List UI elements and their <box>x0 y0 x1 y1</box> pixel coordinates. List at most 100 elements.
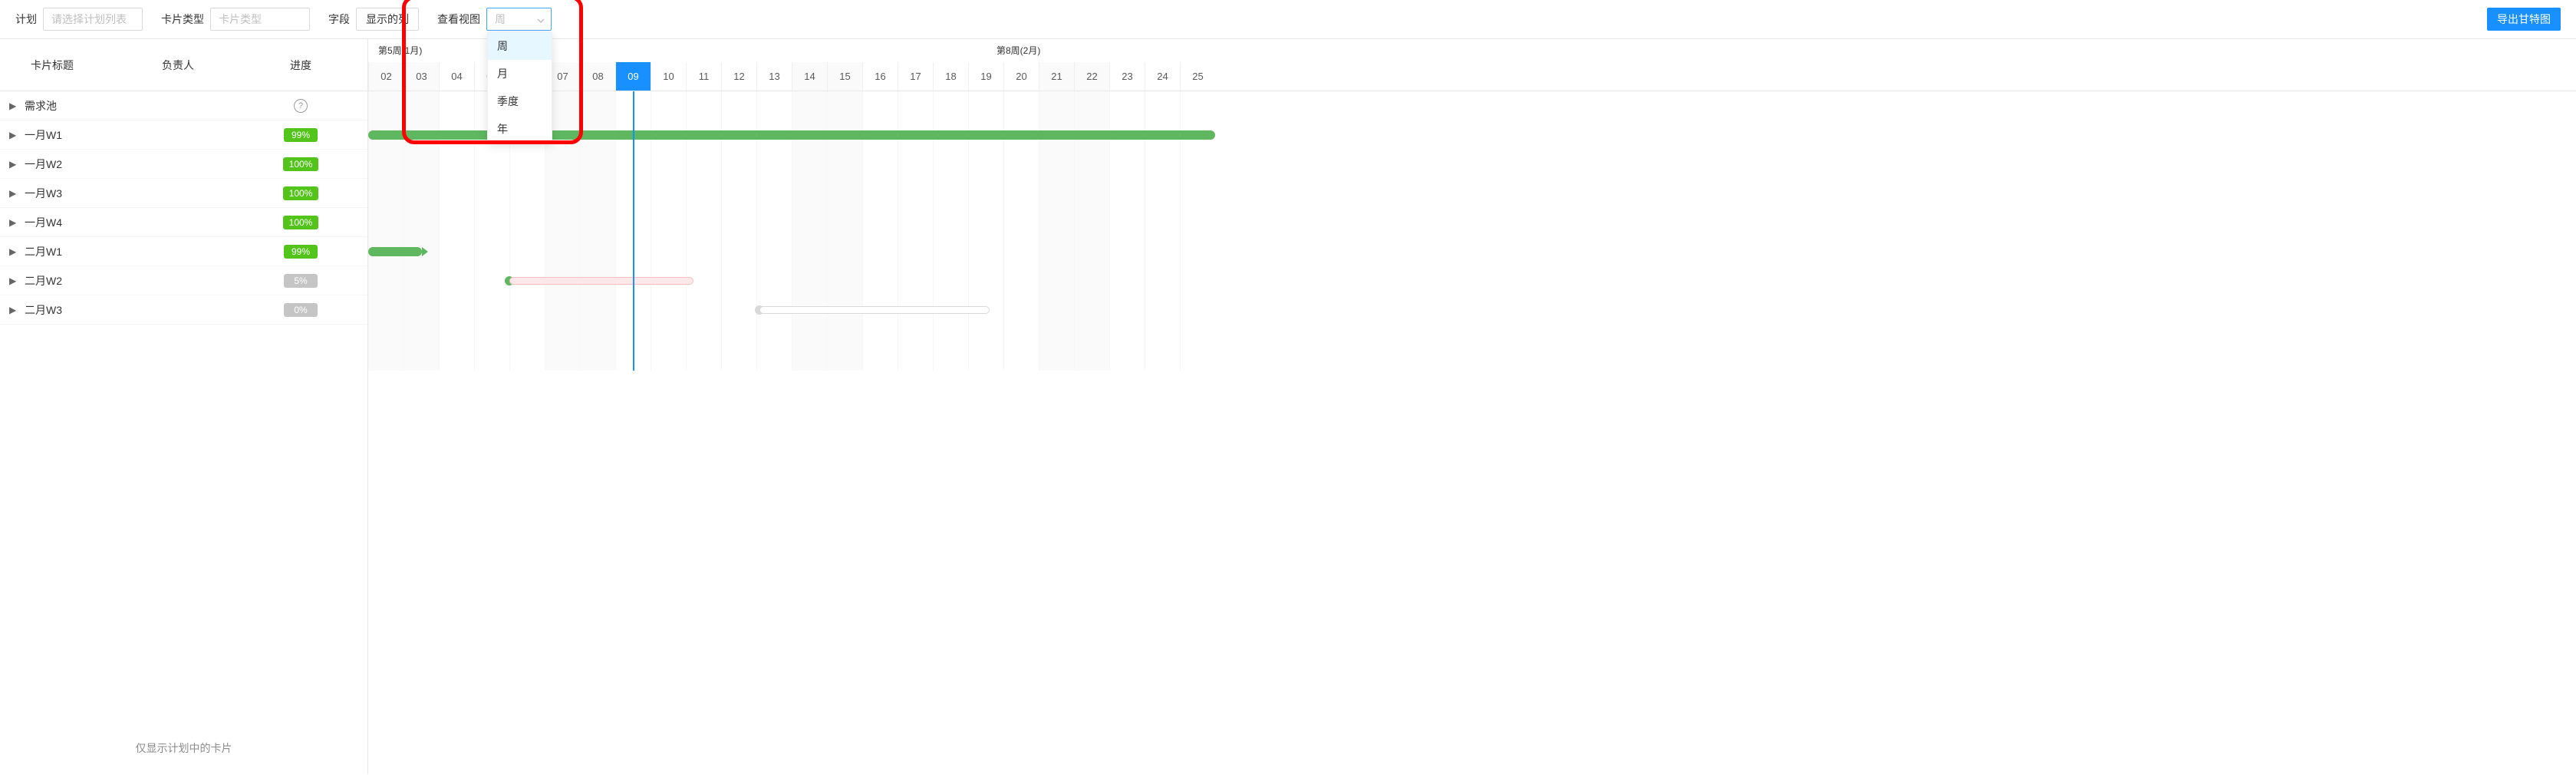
card-type-label: 卡片类型 <box>161 12 204 27</box>
chevron-down-icon <box>537 13 545 25</box>
view-select-value: 周 <box>495 12 506 27</box>
gantt-header: 第5周(1月)第6周(2月)第8周(2月) 020304050607080910… <box>368 39 2576 91</box>
day-cell: 04 <box>439 62 474 91</box>
view-option[interactable]: 季度 <box>488 87 552 115</box>
gantt-row <box>368 208 2576 237</box>
day-cell: 14 <box>792 62 827 91</box>
table-row[interactable]: ▶二月W2 5% <box>0 266 367 295</box>
day-cell: 20 <box>1003 62 1039 91</box>
expand-icon[interactable]: ▶ <box>9 130 21 140</box>
day-cell: 13 <box>756 62 792 91</box>
table-row[interactable]: ▶二月W1 99% <box>0 237 367 266</box>
progress-badge: 99% <box>284 128 318 142</box>
gantt-panel[interactable]: 第5周(1月)第6周(2月)第8周(2月) 020304050607080910… <box>368 39 2576 774</box>
expand-icon[interactable]: ▶ <box>9 101 21 111</box>
gantt-row <box>368 179 2576 208</box>
col-owner: 负责人 <box>117 58 239 73</box>
gantt-row <box>368 295 2576 325</box>
card-type-select[interactable]: 卡片类型 <box>210 8 310 31</box>
week-label: 第8周(2月) <box>996 44 1040 57</box>
day-cell: 17 <box>898 62 933 91</box>
table-row[interactable]: ▶需求池? <box>0 91 367 120</box>
gantt-row <box>368 237 2576 266</box>
gantt-row <box>368 150 2576 179</box>
gantt-bar[interactable] <box>759 306 990 314</box>
footer-note: 仅显示计划中的卡片 <box>0 722 367 774</box>
row-progress: ? <box>239 98 362 113</box>
row-title: 一月W1 <box>21 127 117 143</box>
view-option[interactable]: 周 <box>488 32 552 60</box>
fields-group: 字段 显示的列 <box>328 8 419 31</box>
row-progress: 5% <box>239 274 362 288</box>
day-cell: 08 <box>580 62 615 91</box>
card-type-placeholder: 卡片类型 <box>219 12 262 27</box>
day-cell: 12 <box>721 62 756 91</box>
col-title: 卡片标题 <box>9 58 117 73</box>
expand-icon[interactable]: ▶ <box>9 217 21 228</box>
row-title: 一月W2 <box>21 157 117 172</box>
view-option[interactable]: 年 <box>488 115 552 143</box>
view-select[interactable]: 周 周月季度年 <box>486 8 552 31</box>
view-label: 查看视图 <box>437 12 480 27</box>
main-content: 卡片标题 负责人 进度 ▶需求池?▶一月W199%▶一月W2100%▶一月W31… <box>0 39 2576 774</box>
col-progress: 进度 <box>239 58 362 73</box>
row-title: 二月W2 <box>21 273 117 289</box>
day-cell: 15 <box>827 62 862 91</box>
gantt-days: 0203040506070809101112131415161718192021… <box>368 62 2576 91</box>
day-cell: 24 <box>1145 62 1180 91</box>
plan-select[interactable]: 请选择计划列表 <box>43 8 143 31</box>
card-type-group: 卡片类型 卡片类型 <box>161 8 310 31</box>
row-title: 一月W4 <box>21 215 117 230</box>
day-cell: 18 <box>933 62 968 91</box>
table-row[interactable]: ▶一月W1 99% <box>0 120 367 150</box>
view-option[interactable]: 月 <box>488 60 552 87</box>
day-cell: 19 <box>968 62 1003 91</box>
row-progress: 100% <box>239 157 362 171</box>
today-line <box>633 91 634 371</box>
gantt-body <box>368 91 2576 371</box>
day-cell: 16 <box>862 62 898 91</box>
expand-icon[interactable]: ▶ <box>9 246 21 257</box>
progress-badge: 5% <box>284 274 318 288</box>
gantt-row <box>368 120 2576 150</box>
day-cell: 02 <box>368 62 404 91</box>
table-row[interactable]: ▶一月W4 100% <box>0 208 367 237</box>
expand-icon[interactable]: ▶ <box>9 305 21 315</box>
view-group: 查看视图 周 周月季度年 <box>437 8 552 31</box>
row-progress: 100% <box>239 216 362 229</box>
row-title: 二月W1 <box>21 244 117 259</box>
help-icon[interactable]: ? <box>294 99 308 113</box>
table-row[interactable]: ▶一月W3 100% <box>0 179 367 208</box>
row-progress: 99% <box>239 245 362 259</box>
day-cell: 22 <box>1074 62 1109 91</box>
gantt-row <box>368 266 2576 295</box>
row-title: 需求池 <box>21 98 117 114</box>
export-button[interactable]: 导出甘特图 <box>2487 8 2561 31</box>
progress-badge: 100% <box>283 216 319 229</box>
day-cell: 09 <box>615 62 651 91</box>
left-rows: ▶需求池?▶一月W199%▶一月W2100%▶一月W3100%▶一月W4100%… <box>0 91 367 722</box>
row-progress: 0% <box>239 303 362 317</box>
table-row[interactable]: ▶一月W2 100% <box>0 150 367 179</box>
day-cell: 21 <box>1039 62 1074 91</box>
left-panel: 卡片标题 负责人 进度 ▶需求池?▶一月W199%▶一月W2100%▶一月W31… <box>0 39 368 774</box>
day-cell: 03 <box>404 62 439 91</box>
expand-icon[interactable]: ▶ <box>9 159 21 170</box>
table-row[interactable]: ▶二月W3 0% <box>0 295 367 325</box>
day-cell: 23 <box>1109 62 1145 91</box>
expand-icon[interactable]: ▶ <box>9 275 21 286</box>
progress-badge: 99% <box>284 245 318 259</box>
gantt-bar[interactable] <box>368 247 422 256</box>
expand-icon[interactable]: ▶ <box>9 188 21 199</box>
plan-placeholder: 请选择计划列表 <box>51 12 127 27</box>
columns-button[interactable]: 显示的列 <box>356 8 419 31</box>
progress-badge: 100% <box>283 157 319 171</box>
gantt-bar[interactable] <box>509 277 693 285</box>
gantt-row <box>368 91 2576 120</box>
row-title: 一月W3 <box>21 186 117 201</box>
row-title: 二月W3 <box>21 302 117 318</box>
left-header: 卡片标题 负责人 进度 <box>0 39 367 91</box>
progress-badge: 100% <box>283 186 319 200</box>
week-label: 第5周(1月) <box>378 44 422 57</box>
day-cell: 25 <box>1180 62 1215 91</box>
